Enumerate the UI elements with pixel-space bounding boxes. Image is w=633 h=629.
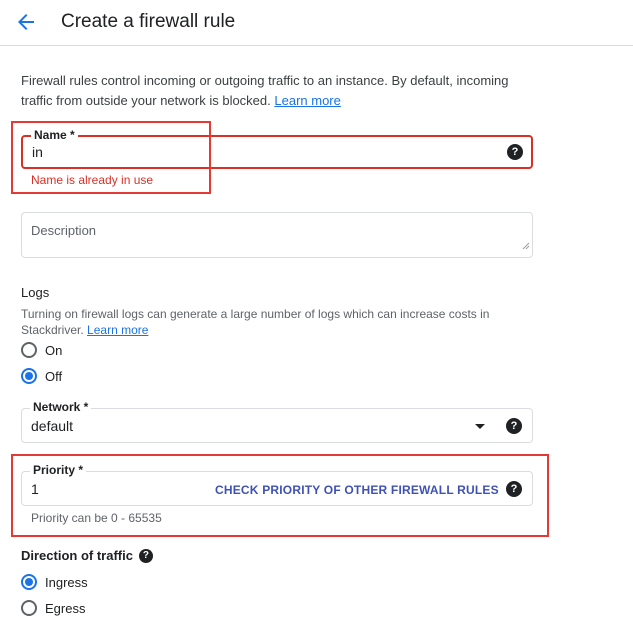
priority-label: Priority *: [30, 463, 87, 477]
logs-option-off[interactable]: Off: [21, 367, 62, 385]
logs-off-label: Off: [45, 368, 63, 384]
priority-input-value[interactable]: 1: [31, 481, 39, 497]
direction-title: Direction of traffic: [21, 548, 133, 563]
logs-option-on[interactable]: On: [21, 341, 62, 359]
priority-hint-text: Priority can be 0 - 65535: [31, 511, 162, 525]
name-help-icon[interactable]: ?: [507, 144, 523, 160]
radio-unchecked-icon[interactable]: [21, 600, 37, 616]
name-label: Name *: [31, 128, 78, 142]
network-select[interactable]: Network * default ?: [21, 400, 533, 443]
network-label: Network *: [30, 400, 92, 414]
name-input-value[interactable]: in: [32, 144, 43, 160]
name-error-text: Name is already in use: [31, 173, 154, 187]
logs-description: Turning on firewall logs can generate a …: [21, 306, 541, 338]
intro-description: Firewall rules control incoming or outgo…: [21, 73, 509, 108]
logs-on-label: On: [45, 342, 63, 358]
back-arrow-icon[interactable]: [14, 10, 38, 34]
check-priority-button[interactable]: CHECK PRIORITY OF OTHER FIREWALL RULES: [215, 483, 499, 497]
direction-title-row: Direction of traffic ?: [21, 548, 153, 563]
direction-option-egress[interactable]: Egress: [21, 599, 85, 617]
priority-help-icon[interactable]: ?: [506, 481, 522, 497]
description-field[interactable]: Description: [21, 212, 533, 258]
radio-checked-icon[interactable]: [21, 574, 37, 590]
radio-checked-icon[interactable]: [21, 368, 37, 384]
logs-title: Logs: [21, 285, 50, 300]
priority-field[interactable]: Priority * 1 CHECK PRIORITY OF OTHER FIR…: [21, 463, 533, 506]
intro-learn-more-link[interactable]: Learn more: [274, 93, 340, 108]
page-header: Create a firewall rule: [0, 0, 633, 46]
description-placeholder: Description: [31, 223, 97, 238]
intro-text: Firewall rules control incoming or outgo…: [21, 71, 531, 111]
direction-option-ingress[interactable]: Ingress: [21, 573, 88, 591]
name-field[interactable]: Name * in ?: [21, 128, 533, 169]
radio-unchecked-icon[interactable]: [21, 342, 37, 358]
direction-help-icon[interactable]: ?: [138, 548, 153, 563]
ingress-label: Ingress: [45, 574, 88, 590]
egress-label: Egress: [45, 600, 86, 616]
network-selected-value[interactable]: default: [31, 418, 73, 434]
logs-learn-more-link[interactable]: Learn more: [87, 323, 148, 337]
page-title: Create a firewall rule: [61, 11, 236, 32]
network-help-icon[interactable]: ?: [506, 418, 522, 434]
resize-handle-icon[interactable]: [522, 237, 530, 255]
dropdown-arrow-icon[interactable]: [475, 424, 485, 429]
